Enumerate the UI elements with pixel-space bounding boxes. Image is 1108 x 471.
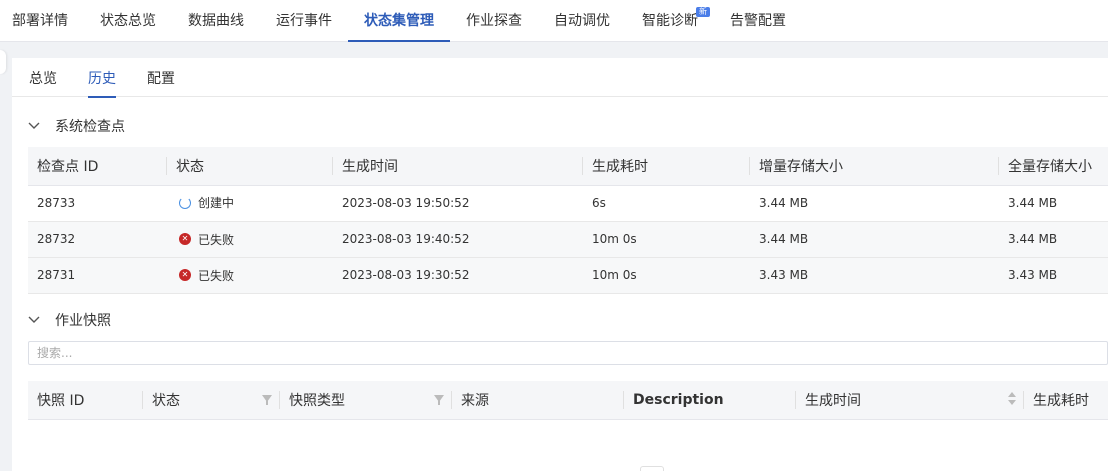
col-created-time[interactable]: 生成时间 <box>796 381 1024 420</box>
tab-status-overview[interactable]: 状态总览 <box>84 0 172 42</box>
pagination-control[interactable] <box>640 466 664 471</box>
filter-icon[interactable] <box>434 395 444 405</box>
filter-icon[interactable] <box>262 395 272 405</box>
cell-time: 2023-08-03 19:30:52 <box>333 257 583 294</box>
cell-duration: 6s <box>583 185 750 222</box>
table-header-row: 检查点 ID 状态 生成时间 生成耗时 增量存储大小 全量存储大小 <box>28 147 1108 186</box>
col-duration: 生成耗时 <box>1024 381 1108 420</box>
col-incremental-size: 增量存储大小 <box>750 147 999 186</box>
tab-state-set-management[interactable]: 状态集管理 <box>348 0 450 42</box>
col-created-time: 生成时间 <box>333 147 583 186</box>
cell-id: 28731 <box>28 257 167 294</box>
snapshot-search-input[interactable] <box>28 341 1108 365</box>
table-header-row: 快照 ID 状态 快照类型 来源 Description 生成时间 生成耗时 <box>28 381 1108 420</box>
snapshots-section-header[interactable]: 作业快照 <box>28 310 111 330</box>
cell-full: 3.44 MB <box>999 185 1108 222</box>
tab-deployment-details[interactable]: 部署详情 <box>0 0 84 42</box>
col-full-size: 全量存储大小 <box>999 147 1108 186</box>
cell-incremental: 3.44 MB <box>750 185 999 222</box>
cell-duration: 10m 0s <box>583 221 750 258</box>
sidebar-collapse-handle[interactable] <box>0 50 6 74</box>
table-row[interactable]: 28732 ✕ 已失败 2023-08-03 19:40:52 10m 0s 3.… <box>28 221 1108 258</box>
cell-time: 2023-08-03 19:40:52 <box>333 221 583 258</box>
cell-full: 3.43 MB <box>999 257 1108 294</box>
cell-id: 28732 <box>28 221 167 258</box>
col-duration: 生成耗时 <box>583 147 750 186</box>
error-icon: ✕ <box>179 233 191 246</box>
col-source: 来源 <box>452 381 624 420</box>
cell-status: ✕ 已失败 <box>167 221 333 258</box>
subtab-config[interactable]: 配置 <box>147 58 175 97</box>
col-status: 状态 <box>143 381 280 420</box>
section-title: 系统检查点 <box>55 119 125 135</box>
chevron-down-icon <box>28 313 46 327</box>
table-row[interactable]: 28733 创建中 2023-08-03 19:50:52 6s 3.44 MB… <box>28 185 1108 222</box>
tab-auto-tuning[interactable]: 自动调优 <box>538 0 626 42</box>
cell-time: 2023-08-03 19:50:52 <box>333 185 583 222</box>
section-title: 作业快照 <box>55 313 111 329</box>
sort-icon[interactable] <box>1008 392 1016 408</box>
cell-incremental: 3.44 MB <box>750 221 999 258</box>
cell-id: 28733 <box>28 185 167 222</box>
content-panel: 总览 历史 配置 系统检查点 检查点 ID 状态 生成时间 生成耗时 增量存储大… <box>12 58 1108 471</box>
snapshots-table: 快照 ID 状态 快照类型 来源 Description 生成时间 生成耗时 <box>28 381 1108 420</box>
chevron-down-icon <box>28 119 46 133</box>
tab-smart-diagnosis[interactable]: 智能诊断新 <box>626 0 714 42</box>
col-checkpoint-id: 检查点 ID <box>28 147 167 186</box>
col-snapshot-type: 快照类型 <box>280 381 452 420</box>
cell-incremental: 3.43 MB <box>750 257 999 294</box>
cell-duration: 10m 0s <box>583 257 750 294</box>
cell-full: 3.44 MB <box>999 221 1108 258</box>
table-row[interactable]: 28731 ✕ 已失败 2023-08-03 19:30:52 10m 0s 3.… <box>28 257 1108 294</box>
sub-tab-bar: 总览 历史 配置 <box>12 58 1108 98</box>
col-snapshot-id: 快照 ID <box>28 381 143 420</box>
cell-status: ✕ 已失败 <box>167 257 333 294</box>
tab-data-curves[interactable]: 数据曲线 <box>172 0 260 42</box>
cell-status: 创建中 <box>167 185 333 222</box>
tab-alert-config[interactable]: 告警配置 <box>714 0 802 42</box>
loading-icon <box>179 196 191 209</box>
tab-runtime-events[interactable]: 运行事件 <box>260 0 348 42</box>
error-icon: ✕ <box>179 269 191 282</box>
tab-job-exploration[interactable]: 作业探查 <box>450 0 538 42</box>
col-status: 状态 <box>167 147 333 186</box>
top-tab-bar: 部署详情 状态总览 数据曲线 运行事件 状态集管理 作业探查 自动调优 智能诊断… <box>0 0 1108 42</box>
subtab-history[interactable]: 历史 <box>88 58 116 98</box>
subtab-overview[interactable]: 总览 <box>29 58 57 97</box>
new-badge: 新 <box>696 7 710 17</box>
checkpoints-section-header[interactable]: 系统检查点 <box>28 116 125 136</box>
col-description: Description <box>624 381 796 420</box>
checkpoints-table: 检查点 ID 状态 生成时间 生成耗时 增量存储大小 全量存储大小 28733 … <box>28 147 1108 294</box>
